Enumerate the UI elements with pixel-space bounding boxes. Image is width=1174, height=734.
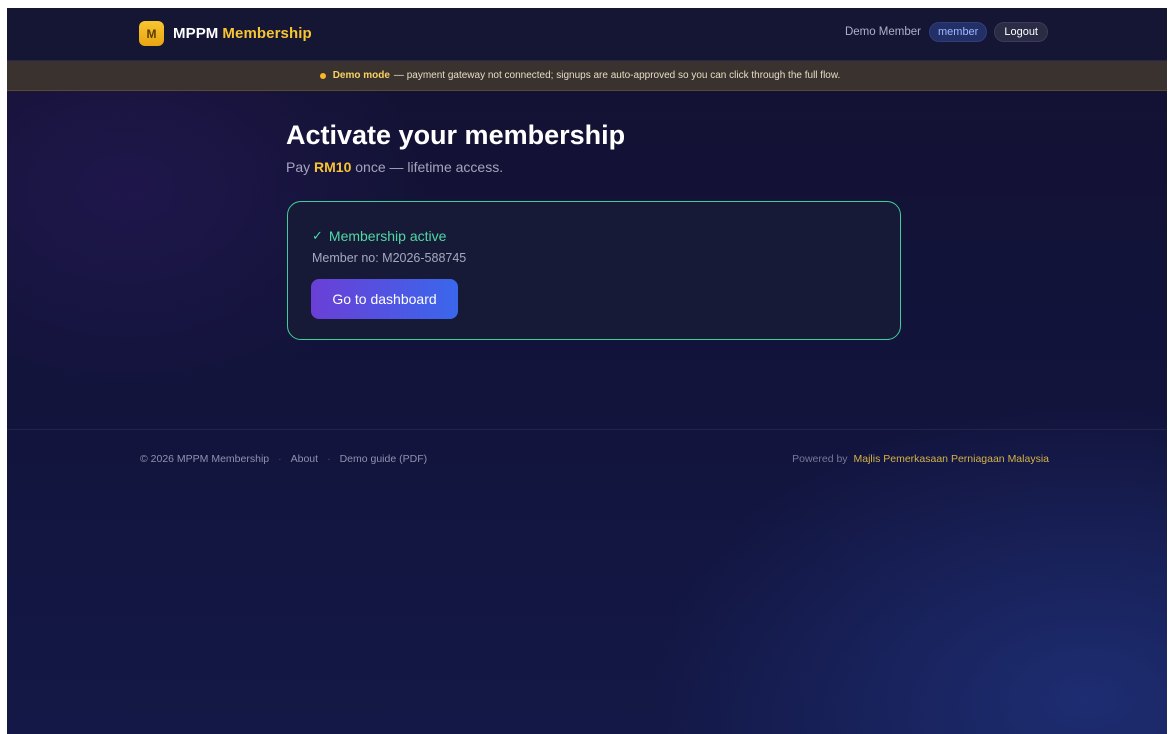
user-nav: Demo Member member Logout — [845, 22, 1048, 42]
brand-name-accent: Membership — [222, 25, 312, 42]
brand-name-primary: MPPM — [173, 25, 219, 42]
page-subtitle: Pay RM10 once — lifetime access. — [286, 159, 503, 175]
footer-separator: · — [327, 453, 331, 465]
user-name: Demo Member — [844, 26, 921, 38]
logout-button[interactable]: Logout — [994, 22, 1048, 42]
footer: © 2026 MPPM Membership · About · Demo gu… — [7, 429, 1167, 490]
top-navbar: M MPPM Membership Demo Member member Logo… — [7, 8, 1167, 61]
banner-title: Demo mode — [332, 70, 390, 81]
app-viewport: M MPPM Membership Demo Member member Logo… — [7, 8, 1167, 734]
member-number: Member no: M2026-588745 — [312, 251, 467, 265]
status-text: Membership active — [328, 228, 447, 244]
copyright: © 2026 MPPM Membership — [140, 453, 270, 465]
page-title: Activate your membership — [286, 120, 626, 150]
footer-org-link[interactable]: Majlis Pemerkasaan Perniagaan Malaysia — [853, 453, 1049, 465]
banner-text: — payment gateway not connected; signups… — [393, 70, 841, 81]
go-to-dashboard-button[interactable]: Go to dashboard — [311, 279, 458, 319]
membership-status: ✓ Membership active — [312, 228, 446, 244]
footer-link-about[interactable]: About — [291, 453, 318, 465]
powered-by-label: Powered by — [792, 453, 848, 465]
brand-logo-icon: M — [139, 21, 164, 46]
brand[interactable]: M MPPM Membership — [139, 21, 312, 46]
powered-by: Powered by Majlis Pemerkasaan Perniagaan… — [792, 453, 1049, 465]
subtitle-suffix: once — lifetime access. — [355, 159, 504, 175]
price: RM10 — [314, 159, 352, 175]
check-icon: ✓ — [312, 228, 323, 243]
subtitle-prefix: Pay — [286, 159, 311, 175]
brand-name: MPPM Membership — [173, 25, 312, 42]
footer-left: © 2026 MPPM Membership · About · Demo gu… — [140, 453, 427, 465]
footer-link-demo-guide[interactable]: Demo guide (PDF) — [340, 453, 428, 465]
demo-mode-banner: Demo mode — payment gateway not connecte… — [7, 61, 1167, 91]
membership-status-card: ✓ Membership active Member no: M2026-588… — [287, 201, 901, 340]
role-badge: member — [929, 22, 988, 42]
dot-icon — [319, 72, 326, 79]
footer-separator: · — [278, 453, 282, 465]
